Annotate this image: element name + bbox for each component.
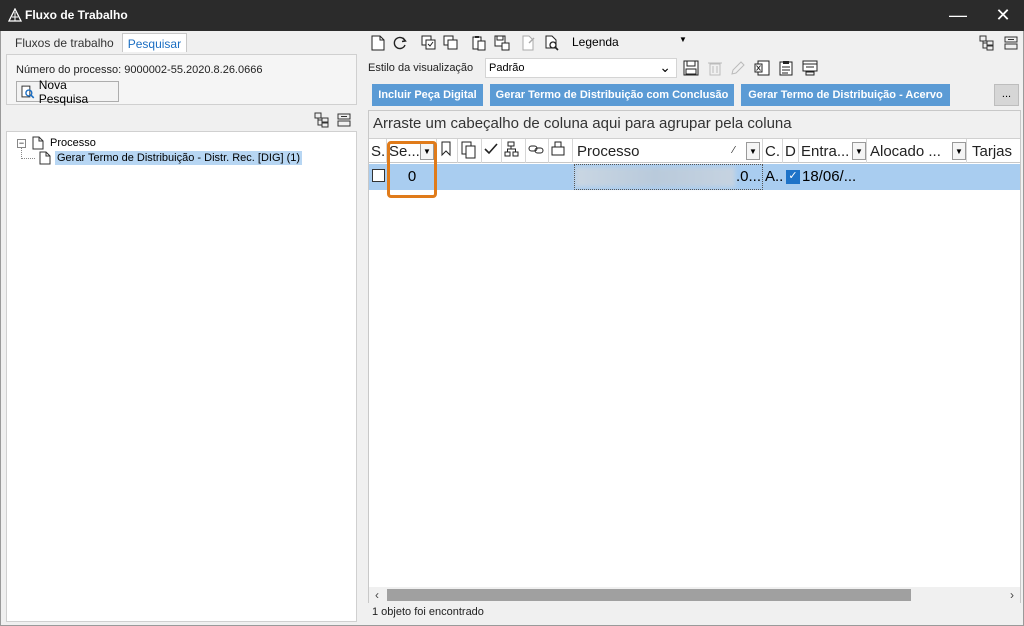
checkmark-icon: [484, 143, 498, 155]
hierarchy-icon: [504, 141, 519, 157]
legend-dropdown[interactable]: Legenda: [572, 35, 619, 49]
view-style-bar: Estilo da visualização Padrão ⌄: [366, 57, 1021, 79]
group-by-panel[interactable]: Arraste um cabeçalho de coluna aqui para…: [369, 111, 1020, 139]
row-c-value: A..: [765, 168, 783, 185]
app-logo-icon: [8, 8, 22, 22]
process-number-label: Número do processo: 9000002-55.2020.8.26…: [16, 64, 263, 76]
save-view-icon[interactable]: [683, 60, 699, 76]
duplicate-icon[interactable]: [442, 34, 460, 52]
new-search-label: Nova Pesquisa: [38, 77, 89, 106]
column-header-processo[interactable]: Processo ⁄: [573, 139, 763, 163]
row-entrada-value: 18/06/...: [802, 168, 857, 185]
tree-child-label: Gerar Termo de Distribuição - Distr. Rec…: [55, 151, 303, 165]
legend-dropdown-arrow[interactable]: ▼: [679, 35, 687, 44]
row-processo-suffix: .0...: [736, 168, 762, 185]
highlight-annotation: [387, 141, 437, 198]
column-header-d[interactable]: D: [783, 139, 799, 163]
collapse-tree-icon[interactable]: [336, 112, 352, 128]
column-header-bookmark[interactable]: [437, 139, 458, 163]
link-icon: [528, 145, 544, 154]
column-header-processo-label: Processo: [577, 143, 640, 160]
export-excel-icon[interactable]: [754, 60, 770, 76]
save-document-icon[interactable]: [493, 34, 511, 52]
edit-view-disabled-icon[interactable]: [730, 60, 746, 76]
process-tree: − Processo Gerar Termo de Distribuição -…: [6, 131, 357, 622]
scrollbar-thumb[interactable]: [387, 589, 911, 601]
column-header-attachments[interactable]: [458, 139, 482, 163]
delete-view-disabled-icon[interactable]: [707, 60, 723, 76]
table-row[interactable]: 0 .0... A.. ✓ 18/06/...: [369, 164, 1020, 190]
expand-tree-icon[interactable]: [314, 112, 330, 128]
view-style-value: Padrão: [489, 62, 525, 74]
status-text: 1 objeto foi encontrado: [372, 606, 484, 618]
search-document-icon: [21, 85, 35, 98]
gerar-termo-conclusao-button[interactable]: Gerar Termo de Distribuição com Conclusã…: [490, 84, 734, 106]
more-actions-button[interactable]: ...: [994, 84, 1019, 106]
left-tabs: Fluxos de trabalho Pesquisar: [6, 33, 188, 52]
minimize-button[interactable]: —: [935, 0, 981, 31]
action-buttons: Incluir Peça Digital Gerar Termo de Dist…: [366, 83, 1021, 107]
column-header-tarjas[interactable]: Tarjas: [968, 139, 1020, 163]
processo-filter-dropdown[interactable]: ▼: [746, 142, 760, 160]
copy-icon[interactable]: [420, 34, 438, 52]
paste-document-icon[interactable]: [470, 34, 488, 52]
collapse-tree-icon[interactable]: [1002, 34, 1020, 52]
scroll-right-arrow[interactable]: ›: [1005, 588, 1019, 602]
column-header-c[interactable]: C.: [763, 139, 783, 163]
grid-header: S. Se... ▼ Processo ⁄ ▼ C. D Entra... ▼ …: [369, 139, 1020, 163]
window-title: Fluxo de Trabalho: [25, 8, 128, 22]
sort-indicator-icon: ⁄: [733, 145, 735, 156]
row-d-checkbox[interactable]: ✓: [786, 170, 800, 184]
gerar-termo-acervo-button[interactable]: Gerar Termo de Distribuição - Acervo: [741, 84, 950, 106]
pages-icon: [551, 141, 565, 156]
window-frame: Fluxos de trabalho Pesquisar Número do p…: [0, 31, 1024, 626]
document-icon: [39, 151, 51, 165]
tree-connector: [21, 158, 35, 159]
tree-node-gerar-termo[interactable]: Gerar Termo de Distribuição - Distr. Rec…: [39, 151, 303, 165]
column-header-hierarchy[interactable]: [502, 139, 526, 163]
view-style-select[interactable]: Padrão ⌄: [485, 58, 677, 78]
chevron-down-icon: ⌄: [659, 59, 671, 75]
tab-fluxos-de-trabalho[interactable]: Fluxos de trabalho: [6, 33, 122, 52]
documents-icon: [461, 141, 476, 159]
document-icon: [32, 136, 44, 150]
entrada-filter-dropdown[interactable]: ▼: [852, 142, 866, 160]
column-header-pages[interactable]: [549, 139, 573, 163]
column-header-link[interactable]: [526, 139, 549, 163]
new-search-button[interactable]: Nova Pesquisa: [16, 78, 119, 106]
view-style-label: Estilo da visualização: [368, 62, 474, 74]
column-header-check[interactable]: [482, 139, 502, 163]
row-select-checkbox[interactable]: [372, 169, 385, 182]
right-panel: Legenda ▼ Estilo da visualização Padrão …: [366, 31, 1021, 625]
tree-root-label: Processo: [50, 137, 96, 149]
expand-tree-icon[interactable]: [978, 34, 996, 52]
layout-settings-icon[interactable]: [802, 60, 818, 76]
main-toolbar: Legenda ▼: [366, 31, 1021, 55]
refresh-icon[interactable]: [391, 34, 409, 52]
left-panel: Fluxos de trabalho Pesquisar Número do p…: [6, 33, 358, 623]
tree-toolbar: [6, 109, 357, 131]
column-header-s[interactable]: S.: [369, 139, 387, 163]
horizontal-scrollbar[interactable]: ‹ ›: [369, 587, 1020, 603]
bookmark-icon: [441, 141, 451, 157]
tab-pesquisar[interactable]: Pesquisar: [121, 33, 188, 52]
scroll-left-arrow[interactable]: ‹: [370, 588, 384, 602]
report-icon[interactable]: [778, 60, 794, 76]
tree-node-processo[interactable]: − Processo: [17, 136, 96, 150]
title-bar: Fluxo de Trabalho — ✕: [0, 0, 1024, 31]
results-grid: Arraste um cabeçalho de coluna aqui para…: [368, 110, 1021, 603]
close-button[interactable]: ✕: [980, 0, 1024, 31]
search-box: Número do processo: 9000002-55.2020.8.26…: [6, 54, 357, 106]
find-document-icon[interactable]: [543, 34, 561, 52]
new-document-icon[interactable]: [369, 34, 387, 52]
alocado-filter-dropdown[interactable]: ▼: [952, 142, 966, 160]
incluir-peca-digital-button[interactable]: Incluir Peça Digital: [372, 84, 483, 106]
edit-document-disabled-icon[interactable]: [520, 34, 538, 52]
cell-focus-outline: [574, 164, 763, 190]
